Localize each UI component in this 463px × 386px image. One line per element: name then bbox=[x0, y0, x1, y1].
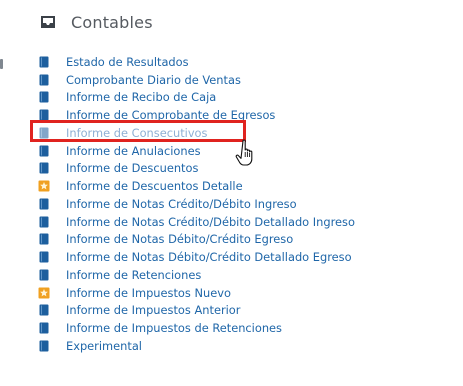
report-book-icon bbox=[39, 127, 49, 139]
report-book-icon bbox=[39, 340, 49, 352]
menu-item-label: Informe de Consecutivos bbox=[66, 125, 208, 140]
menu-item-descuentos-detalle[interactable]: Informe de Descuentos Detalle bbox=[38, 177, 355, 195]
menu-item-comprobante-diario-ventas[interactable]: Comprobante Diario de Ventas bbox=[38, 71, 355, 89]
report-book-icon bbox=[39, 91, 49, 103]
report-book-icon bbox=[39, 162, 49, 174]
report-book-icon bbox=[39, 233, 49, 245]
report-menu: Estado de Resultados Comprobante Diario … bbox=[38, 53, 355, 355]
menu-item-label: Informe de Impuestos Nuevo bbox=[66, 285, 231, 300]
menu-item-descuentos[interactable]: Informe de Descuentos bbox=[38, 160, 355, 178]
menu-item-impuestos-retenciones[interactable]: Informe de Impuestos de Retenciones bbox=[38, 319, 355, 337]
menu-item-label: Experimental bbox=[66, 338, 142, 353]
menu-item-label: Informe de Notas Crédito/Débito Detallad… bbox=[66, 214, 355, 229]
menu-item-retenciones[interactable]: Informe de Retenciones bbox=[38, 266, 355, 284]
contables-panel: Contables Estado de Resultados Comproban… bbox=[0, 0, 463, 386]
report-book-icon bbox=[39, 251, 49, 263]
section-title: Contables bbox=[71, 12, 153, 32]
menu-item-estado-resultados[interactable]: Estado de Resultados bbox=[38, 53, 355, 71]
star-badge-icon bbox=[38, 287, 50, 299]
report-book-icon bbox=[39, 216, 49, 228]
menu-item-comprobante-egresos[interactable]: Informe de Comprobante de Egresos bbox=[38, 106, 355, 124]
menu-item-label: Informe de Recibo de Caja bbox=[66, 90, 217, 105]
menu-item-label: Informe de Descuentos bbox=[66, 161, 199, 176]
report-book-icon bbox=[39, 145, 49, 157]
menu-item-label: Informe de Notas Débito/Crédito Egreso bbox=[66, 232, 294, 247]
menu-item-label: Informe de Impuestos de Retenciones bbox=[66, 321, 282, 336]
report-book-icon bbox=[39, 56, 49, 68]
star-badge-icon bbox=[38, 180, 50, 192]
menu-item-label: Informe de Notas Débito/Crédito Detallad… bbox=[66, 250, 352, 265]
report-book-icon bbox=[39, 198, 49, 210]
menu-item-impuestos-nuevo[interactable]: Informe de Impuestos Nuevo bbox=[38, 284, 355, 302]
menu-item-notas-debito-credito-detallado-egreso[interactable]: Informe de Notas Débito/Crédito Detallad… bbox=[38, 248, 355, 266]
menu-item-label: Informe de Anulaciones bbox=[66, 143, 201, 158]
menu-item-label: Comprobante Diario de Ventas bbox=[66, 72, 241, 87]
menu-item-notas-credito-debito-ingreso[interactable]: Informe de Notas Crédito/Débito Ingreso bbox=[38, 195, 355, 213]
menu-item-recibo-caja[interactable]: Informe de Recibo de Caja bbox=[38, 89, 355, 107]
scroll-indicator bbox=[0, 59, 3, 69]
report-book-icon bbox=[39, 109, 49, 121]
menu-item-label: Informe de Comprobante de Egresos bbox=[66, 108, 276, 123]
menu-item-label: Estado de Resultados bbox=[66, 54, 189, 69]
menu-item-label: Informe de Notas Crédito/Débito Ingreso bbox=[66, 196, 297, 211]
menu-item-label: Informe de Descuentos Detalle bbox=[66, 179, 243, 194]
inbox-tray-icon bbox=[41, 16, 55, 28]
menu-item-consecutivos[interactable]: Informe de Consecutivos bbox=[38, 124, 355, 142]
menu-item-label: Informe de Impuestos Anterior bbox=[66, 303, 241, 318]
menu-item-impuestos-anterior[interactable]: Informe de Impuestos Anterior bbox=[38, 302, 355, 320]
report-book-icon bbox=[39, 304, 49, 316]
menu-item-label: Informe de Retenciones bbox=[66, 267, 202, 282]
section-header: Contables bbox=[39, 10, 153, 34]
report-book-icon bbox=[39, 74, 49, 86]
menu-item-experimental[interactable]: Experimental bbox=[38, 337, 355, 355]
menu-item-notas-credito-debito-detallado-ingreso[interactable]: Informe de Notas Crédito/Débito Detallad… bbox=[38, 213, 355, 231]
report-book-icon bbox=[39, 322, 49, 334]
menu-item-notas-debito-credito-egreso[interactable]: Informe de Notas Débito/Crédito Egreso bbox=[38, 231, 355, 249]
report-book-icon bbox=[39, 269, 49, 281]
menu-item-anulaciones[interactable]: Informe de Anulaciones bbox=[38, 142, 355, 160]
